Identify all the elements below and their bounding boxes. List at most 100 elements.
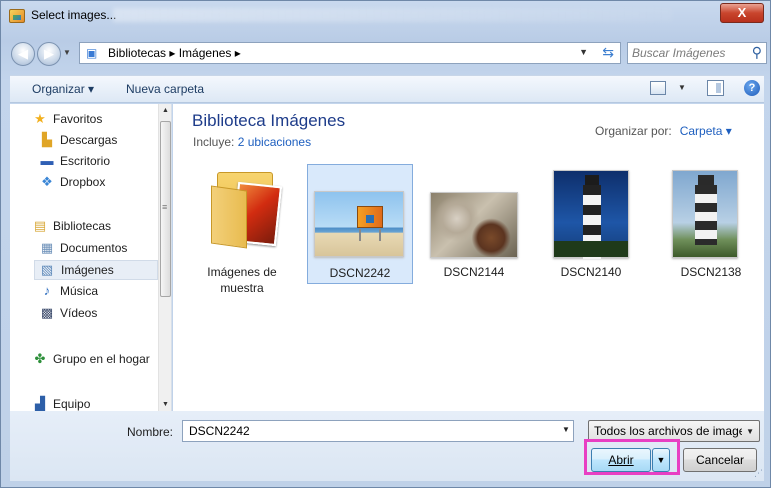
address-path[interactable]: Bibliotecas ▸ Imágenes ▸ [108,46,241,60]
file-item-label: DSCN2144 [443,265,505,279]
preview-pane-icon[interactable] [707,80,724,96]
arrange-label: Organizar por: [595,124,672,138]
arrow-right-icon: ▶ [44,46,54,61]
file-item-dscn2140[interactable]: DSCN2140 [538,164,644,284]
search-icon[interactable]: ⚲ [752,44,762,61]
open-options-dropdown[interactable]: ▼ [652,448,670,472]
sidebar-item-equipo[interactable]: ▟ Equipo [32,395,155,412]
thumbnail-pinecones [430,192,518,258]
address-dropdown-icon[interactable]: ▼ [579,47,588,57]
resize-grip-icon[interactable]: ⋰ [754,468,763,479]
sidebar-item-videos[interactable]: ▩ Vídeos [39,304,155,324]
sidebar-item-label: Grupo en el hogar [53,352,150,366]
star-icon: ★ [34,111,46,126]
sidebar-item-musica[interactable]: ♪ Música [39,282,155,302]
new-folder-button[interactable]: Nueva carpeta [126,82,204,96]
sidebar-item-label: Favoritos [53,112,103,126]
dialog-footer: Nombre: ▼ Todos los archivos de imagen ▼… [10,411,764,481]
sidebar-item-label: Descargas [60,133,118,147]
file-item-imagenes-de-muestra[interactable]: Imágenes de muestra [189,164,295,295]
sidebar-item-favoritos[interactable]: ★ Favoritos [32,110,152,130]
desktop-icon: ▬ [40,153,54,168]
organize-menu[interactable]: Organizar ▾ [32,82,94,96]
dropbox-icon: ❖ [41,174,53,189]
scroll-down-arrow-icon[interactable]: ▼ [162,401,169,408]
scroll-up-arrow-icon[interactable]: ▲ [162,107,169,114]
lifeguard-hut [357,206,383,228]
documents-icon: ▦ [40,240,54,255]
libraries-icon: ▣ [86,46,98,60]
command-bar: Organizar ▾ Nueva carpeta ▼ ? [10,75,764,103]
filename-input[interactable] [182,420,574,442]
file-item-label: Imágenes de muestra [207,265,277,295]
sidebar-item-label: Dropbox [60,175,106,189]
sidebar-item-dropbox[interactable]: ❖ Dropbox [39,173,155,193]
back-button[interactable]: ◀ [11,42,35,66]
file-item-dscn2144[interactable]: DSCN2144 [421,164,527,284]
homegroup-icon: ✤ [34,351,46,366]
arrow-left-icon: ◀ [18,46,28,61]
file-item-label: DSCN2242 [329,266,391,280]
close-button[interactable]: X [720,3,764,23]
chevron-down-icon: ▼ [656,455,666,465]
music-icon: ♪ [43,283,51,298]
arrange-by: Organizar por: Carpeta ▾ [595,124,732,138]
library-title: Biblioteca Imágenes [192,111,346,130]
sidebar-item-label: Bibliotecas [53,219,112,233]
view-options-dropdown-icon[interactable]: ▼ [678,83,686,92]
navigation-pane: ★ Favoritos ▙ Descargas ▬ Escritorio ❖ D… [10,104,172,411]
recent-locations-dropdown[interactable]: ▼ [63,48,71,57]
sidebar-item-label: Escritorio [60,154,111,168]
file-type-value: Todos los archivos de imagen [594,424,742,438]
filename-dropdown-icon[interactable]: ▼ [562,425,570,434]
includes-label: Incluye: [193,135,235,149]
help-icon[interactable]: ? [744,80,760,96]
file-list-pane: Biblioteca Imágenes Incluye: 2 ubicacion… [173,104,764,411]
cancel-button[interactable]: Cancelar [683,448,757,472]
sidebar-item-documentos[interactable]: ▦ Documentos [39,239,155,259]
videos-icon: ▩ [40,305,54,320]
blurred-background-title [113,8,673,22]
search-box[interactable]: ⚲ [627,42,767,64]
file-item-label: DSCN2140 [560,265,622,279]
thumbnail-lighthouse-day [672,170,738,258]
change-view-icon[interactable] [650,81,666,95]
trees [554,241,628,257]
window-title: Select images... [31,8,117,22]
hut-legs [359,229,381,241]
refresh-icon[interactable]: ⇆ [602,44,614,61]
sidebar-item-descargas[interactable]: ▙ Descargas [39,131,155,151]
sidebar-item-grupo-hogar[interactable]: ✤ Grupo en el hogar [32,350,158,370]
thumbnail-lighthouse-night [553,170,629,259]
forward-button[interactable]: ▶ [37,42,61,66]
sidebar-item-imagenes[interactable]: ▧ Imágenes [34,260,158,280]
sidebar-item-label: Música [60,284,99,298]
address-bar[interactable]: ▣ Bibliotecas ▸ Imágenes ▸ ▼ ⇆ [79,42,621,64]
downloads-icon: ▙ [42,132,52,147]
chevron-down-icon: ▼ [746,427,754,436]
navigation-row: ◀ ▶ ▼ ▣ Bibliotecas ▸ Imágenes ▸ ▼ ⇆ ⚲ [9,39,767,67]
file-dialog-window: Select images... X ◀ ▶ ▼ ▣ Bibliotecas ▸… [0,0,771,488]
thumbnail-beach-hut [314,191,404,257]
search-input[interactable] [632,45,742,61]
locations-link[interactable]: 2 ubicaciones [238,135,311,149]
file-item-dscn2138[interactable]: DSCN2138 [658,164,764,284]
sidebar-item-bibliotecas[interactable]: ▤ Bibliotecas [32,217,155,237]
scrollbar-thumb[interactable] [160,121,171,297]
sidebar-item-label: Documentos [60,241,128,255]
library-includes: Incluye: 2 ubicaciones [193,135,311,149]
sidebar-item-escritorio[interactable]: ▬ Escritorio [39,152,155,172]
arrange-dropdown[interactable]: Carpeta ▾ [680,124,732,138]
sidebar-item-label: Imágenes [61,263,114,277]
sidebar-scrollbar[interactable]: ▲ ▼ [158,104,171,411]
sidebar-item-label: Equipo [53,397,91,411]
pictures-icon: ▧ [40,262,54,277]
folder-icon [211,185,247,249]
lighthouse-tower [695,185,717,245]
libraries-icon: ▤ [33,218,47,233]
file-item-dscn2242[interactable]: DSCN2242 [307,164,413,284]
filename-label: Nombre: [127,425,174,439]
images-app-icon [9,9,25,23]
computer-icon: ▟ [35,396,45,411]
open-button[interactable]: Abrir [591,448,651,472]
